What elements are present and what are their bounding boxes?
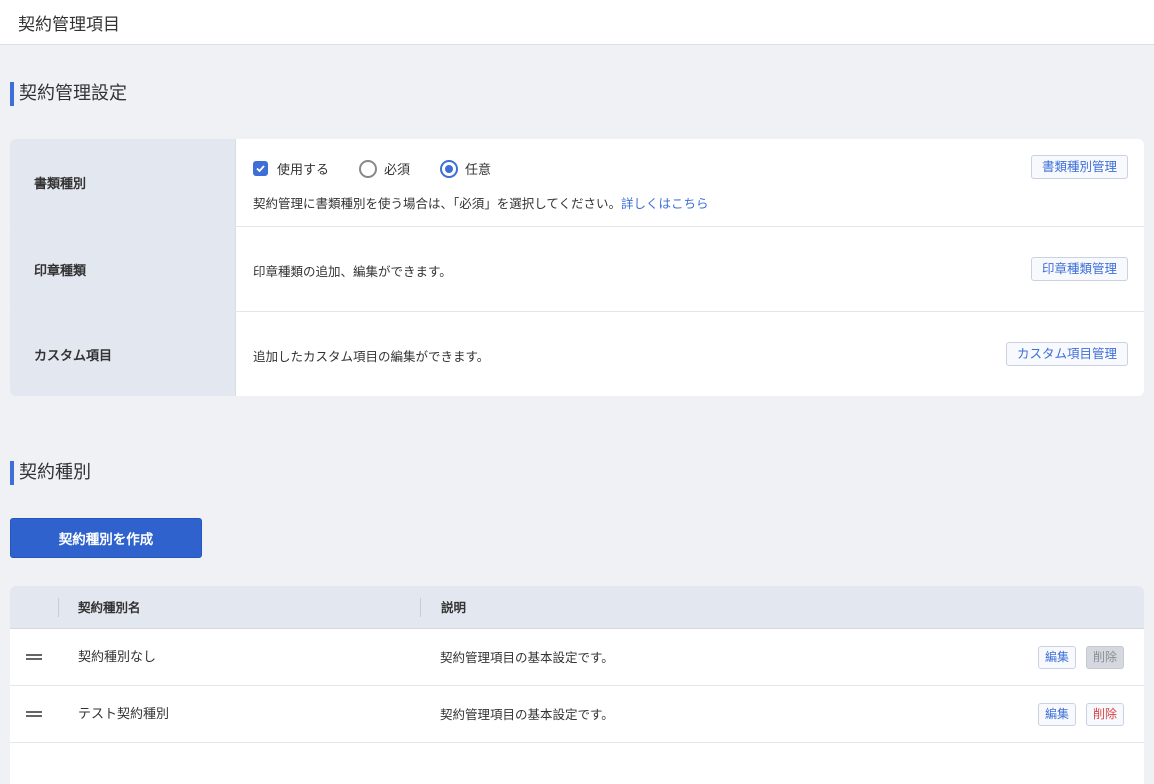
document-type-help: 契約管理に書類種別を使う場合は、「必須」を選択してください。詳しくはこちら bbox=[253, 193, 709, 212]
seal-type-manage-button[interactable]: 印章種類管理 bbox=[1030, 257, 1128, 281]
contract-types-section-heading: 契約種別 bbox=[10, 461, 91, 485]
settings-row-seal-type: 印章種類 印章種類の追加、編集ができます。 印章種類管理 bbox=[10, 227, 1144, 312]
checkbox-checked-icon[interactable] bbox=[253, 161, 268, 176]
row-label: 印章種類 bbox=[10, 227, 236, 311]
custom-fields-manage-button[interactable]: カスタム項目管理 bbox=[1005, 342, 1128, 366]
row-content: 使用する 必須 任意 契約管理に書類種別を使う場合は、「必須」を選択してください… bbox=[236, 139, 1144, 226]
document-type-options: 使用する 必須 任意 bbox=[253, 159, 521, 178]
column-divider bbox=[420, 598, 421, 617]
table-row: 契約種別なし 契約管理項目の基本設定です。 編集 削除 bbox=[10, 629, 1144, 686]
use-checkbox-option[interactable]: 使用する bbox=[253, 159, 329, 178]
row-content: 追加したカスタム項目の編集ができます。 カスタム項目管理 bbox=[236, 312, 1144, 396]
column-divider bbox=[58, 598, 59, 617]
top-bar: 契約管理項目 bbox=[0, 0, 1154, 45]
row-label: カスタム項目 bbox=[10, 312, 236, 396]
document-type-manage-button[interactable]: 書類種別管理 bbox=[1030, 155, 1128, 179]
edit-button[interactable]: 編集 bbox=[1037, 703, 1076, 726]
page-title: 契約管理項目 bbox=[18, 15, 120, 35]
row-content: 印章種類の追加、編集ができます。 印章種類管理 bbox=[236, 227, 1144, 311]
edit-button[interactable]: 編集 bbox=[1037, 646, 1076, 669]
required-radio-label: 必須 bbox=[384, 163, 411, 178]
optional-radio-option[interactable]: 任意 bbox=[440, 159, 491, 178]
contract-types-table: 契約種別名 説明 契約種別なし 契約管理項目の基本設定です。 編集 削除 テスト… bbox=[10, 586, 1144, 784]
settings-section-heading: 契約管理設定 bbox=[10, 82, 127, 106]
learn-more-link[interactable]: 詳しくはこちら bbox=[621, 196, 709, 211]
settings-row-custom-fields: カスタム項目 追加したカスタム項目の編集ができます。 カスタム項目管理 bbox=[10, 312, 1144, 396]
document-type-description: 契約管理に書類種別を使う場合は、「必須」を選択してください。 bbox=[253, 196, 622, 211]
row-label: 書類種別 bbox=[10, 139, 236, 226]
drag-handle-icon[interactable] bbox=[26, 654, 42, 660]
table-row: テスト契約種別 契約管理項目の基本設定です。 編集 削除 bbox=[10, 686, 1144, 743]
use-checkbox-label: 使用する bbox=[277, 163, 330, 178]
delete-button[interactable]: 削除 bbox=[1085, 703, 1124, 726]
contract-type-name: 契約種別なし bbox=[78, 650, 157, 665]
radio-unselected-icon[interactable] bbox=[359, 159, 378, 178]
delete-button-disabled: 削除 bbox=[1085, 646, 1124, 669]
contract-type-description: 契約管理項目の基本設定です。 bbox=[440, 650, 614, 665]
contract-type-name: テスト契約種別 bbox=[78, 707, 170, 722]
required-radio-option[interactable]: 必須 bbox=[359, 159, 410, 178]
column-header-description: 説明 bbox=[441, 600, 467, 615]
settings-card: 書類種別 使用する 必須 任意 契約管理に書類種別を使う場合は、「必須」を選択し… bbox=[10, 139, 1144, 396]
contract-type-description: 契約管理項目の基本設定です。 bbox=[440, 707, 614, 722]
seal-type-description: 印章種類の追加、編集ができます。 bbox=[253, 264, 452, 279]
table-header: 契約種別名 説明 bbox=[10, 586, 1144, 629]
settings-row-document-type: 書類種別 使用する 必須 任意 契約管理に書類種別を使う場合は、「必須」を選択し… bbox=[10, 139, 1144, 227]
drag-handle-icon[interactable] bbox=[26, 711, 42, 717]
custom-fields-description: 追加したカスタム項目の編集ができます。 bbox=[253, 349, 490, 364]
column-header-name: 契約種別名 bbox=[78, 600, 141, 615]
radio-selected-icon[interactable] bbox=[440, 159, 459, 178]
create-contract-type-button[interactable]: 契約種別を作成 bbox=[10, 518, 202, 558]
optional-radio-label: 任意 bbox=[465, 163, 492, 178]
